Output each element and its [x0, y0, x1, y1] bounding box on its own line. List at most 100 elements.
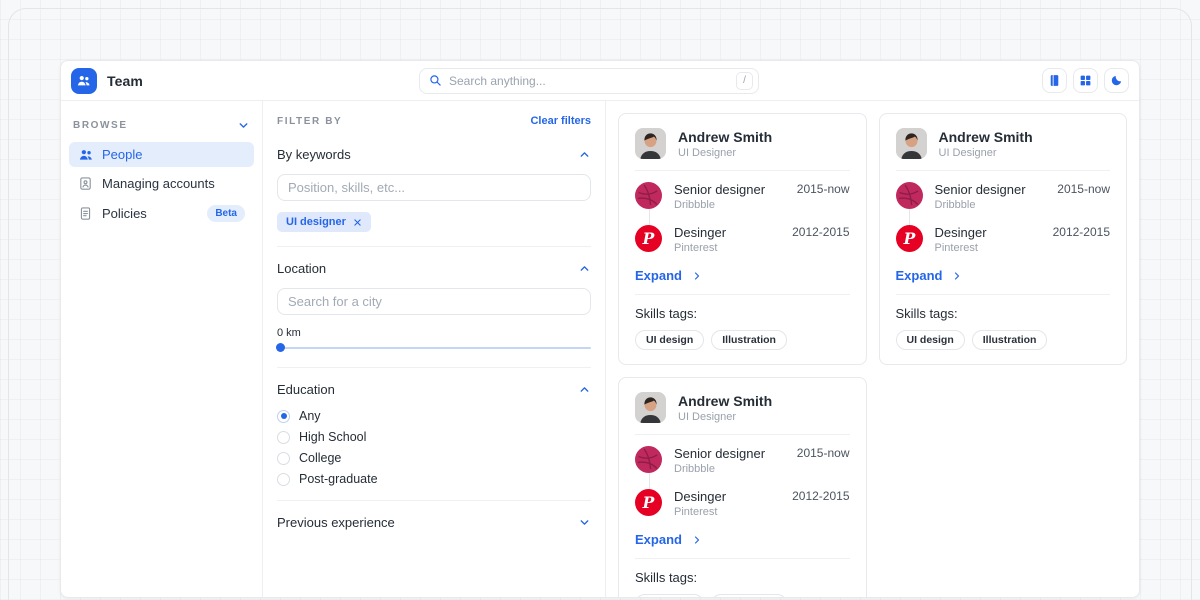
person-name: Andrew Smith — [678, 393, 772, 409]
skill-tag: Illustration — [711, 330, 787, 350]
experience-period: 2015-now — [797, 182, 850, 196]
expand-link[interactable]: Expand — [635, 532, 850, 547]
experience-title: Senior designer — [935, 182, 1058, 197]
keywords-input[interactable] — [277, 174, 591, 201]
search-bar[interactable]: / — [419, 68, 759, 94]
radio-option-any[interactable]: Any — [277, 409, 591, 423]
pinterest-icon — [896, 225, 923, 252]
experience-title: Desinger — [674, 225, 792, 240]
sidebar: BROWSE People Managing accounts Policies… — [61, 101, 263, 597]
slider-track[interactable] — [277, 347, 591, 349]
experience-title: Desinger — [935, 225, 1053, 240]
education-section-header[interactable]: Education — [277, 382, 591, 397]
chevron-right-icon — [691, 270, 703, 282]
book-button[interactable] — [1042, 68, 1067, 93]
education-radio-group: Any High School College Post-graduate — [277, 409, 591, 486]
divider — [635, 170, 850, 171]
avatar — [896, 128, 927, 159]
skill-tag: UI design — [635, 330, 704, 350]
browse-label: BROWSE — [73, 120, 128, 131]
radio-icon — [277, 473, 290, 486]
skill-tag: Illustration — [972, 330, 1048, 350]
app-logo[interactable] — [71, 68, 97, 94]
chevron-down-icon[interactable] — [578, 516, 591, 529]
skill-tag: Illustration — [711, 594, 787, 597]
clear-filters-link[interactable]: Clear filters — [530, 115, 591, 127]
distance-slider[interactable] — [277, 343, 591, 353]
divider — [277, 246, 591, 247]
remove-x-icon[interactable] — [353, 218, 362, 227]
person-role: UI Designer — [678, 411, 772, 423]
skills-label: Skills tags: — [896, 306, 1111, 321]
keywords-section-header[interactable]: By keywords — [277, 147, 591, 162]
skills-label: Skills tags: — [635, 570, 850, 585]
chevron-down-icon[interactable] — [237, 119, 250, 132]
browse-section-header[interactable]: BROWSE — [69, 109, 254, 142]
chevron-up-icon[interactable] — [578, 262, 591, 275]
beta-badge: Beta — [207, 205, 245, 222]
experience-company: Pinterest — [674, 242, 792, 254]
app-window: Team / BROWSE People Managing acc — [60, 60, 1140, 598]
dribbble-icon — [635, 446, 662, 473]
header-actions — [1042, 68, 1129, 93]
skill-tag: UI design — [896, 330, 965, 350]
person-role: UI Designer — [678, 147, 772, 159]
expand-link[interactable]: Expand — [635, 268, 850, 283]
dribbble-icon — [896, 182, 923, 209]
sidebar-item-policies[interactable]: Policies Beta — [69, 200, 254, 227]
people-icon — [78, 147, 93, 162]
experience-row: Desinger Pinterest 2012-2015 — [635, 489, 850, 518]
experience-row: Desinger Pinterest 2012-2015 — [635, 225, 850, 254]
filter-panel: FILTER BY Clear filters By keywords UI d… — [263, 101, 606, 597]
dribbble-icon — [635, 182, 662, 209]
sidebar-item-label: Managing accounts — [102, 176, 215, 191]
person-role: UI Designer — [939, 147, 1033, 159]
radio-option-high-school[interactable]: High School — [277, 430, 591, 444]
divider — [896, 294, 1111, 295]
sidebar-item-managing-accounts[interactable]: Managing accounts — [69, 171, 254, 196]
experience-company: Dribbble — [935, 199, 1058, 211]
grid-view-button[interactable] — [1073, 68, 1098, 93]
document-icon — [78, 206, 93, 221]
search-input[interactable] — [449, 74, 736, 88]
experience-title: Senior designer — [674, 446, 797, 461]
experience-company: Dribbble — [674, 199, 797, 211]
sidebar-item-label: Policies — [102, 206, 147, 221]
results-area: Andrew Smith UI Designer Senior designer… — [606, 101, 1139, 597]
divider — [896, 170, 1111, 171]
expand-link[interactable]: Expand — [896, 268, 1111, 283]
chevron-up-icon[interactable] — [578, 148, 591, 161]
experience-period: 2015-now — [1057, 182, 1110, 196]
divider — [635, 558, 850, 559]
pinterest-icon — [635, 225, 662, 252]
experience-period: 2012-2015 — [792, 225, 849, 239]
radio-option-post-graduate[interactable]: Post-graduate — [277, 472, 591, 486]
sidebar-item-people[interactable]: People — [69, 142, 254, 167]
search-icon — [429, 74, 442, 87]
city-search-input[interactable] — [277, 288, 591, 315]
radio-icon — [277, 431, 290, 444]
filter-by-label: FILTER BY — [277, 116, 342, 127]
slider-thumb[interactable] — [276, 343, 285, 352]
radio-selected-icon — [277, 410, 290, 423]
previous-experience-section-header[interactable]: Previous experience — [277, 515, 591, 530]
skill-tag: UI design — [635, 594, 704, 597]
keyword-tag-ui-designer[interactable]: UI designer — [277, 212, 371, 232]
avatar — [635, 128, 666, 159]
experience-period: 2012-2015 — [1053, 225, 1110, 239]
chevron-right-icon — [691, 534, 703, 546]
distance-value-label: 0 km — [277, 327, 591, 339]
avatar — [635, 392, 666, 423]
location-section-header[interactable]: Location — [277, 261, 591, 276]
book-icon — [1048, 74, 1061, 87]
moon-icon — [1110, 74, 1123, 87]
experience-company: Dribbble — [674, 463, 797, 475]
divider — [277, 500, 591, 501]
person-card: Andrew Smith UI Designer Senior designer… — [618, 377, 867, 597]
experience-period: 2012-2015 — [792, 489, 849, 503]
divider — [635, 294, 850, 295]
experience-company: Pinterest — [674, 506, 792, 518]
chevron-up-icon[interactable] — [578, 383, 591, 396]
radio-option-college[interactable]: College — [277, 451, 591, 465]
dark-mode-button[interactable] — [1104, 68, 1129, 93]
